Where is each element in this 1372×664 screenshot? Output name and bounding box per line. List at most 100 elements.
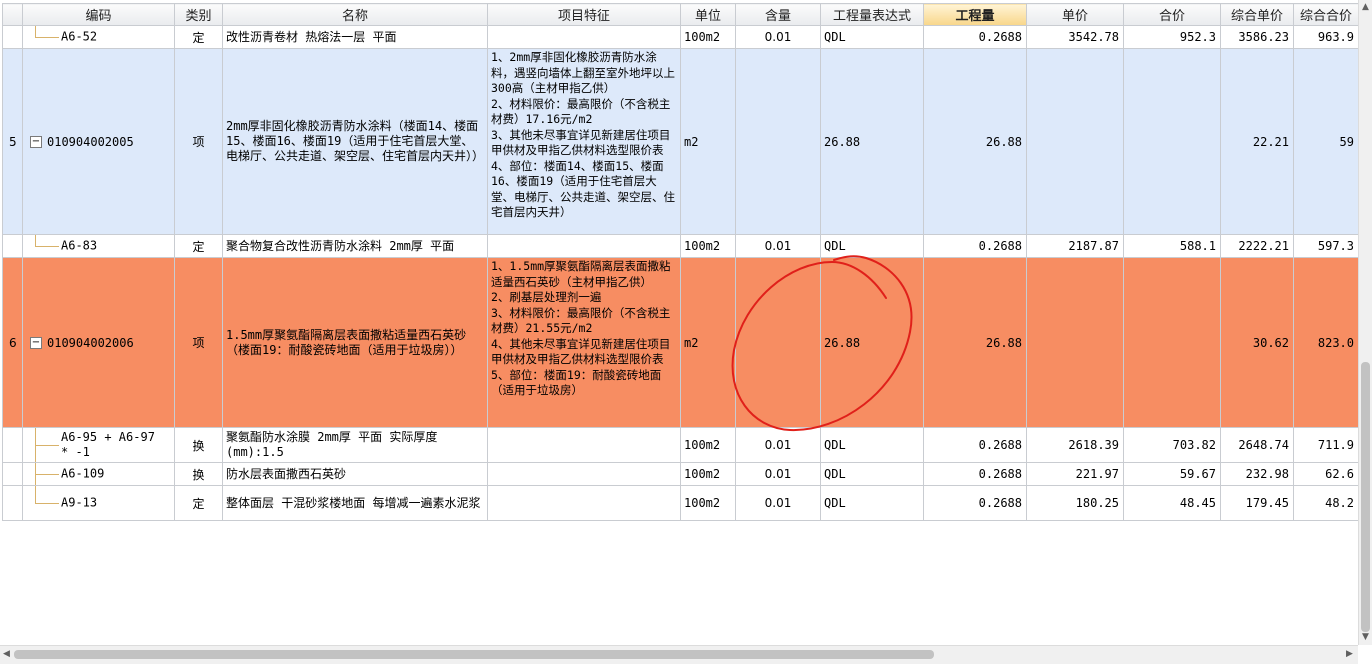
comp-total-cell[interactable]: 963.9: [1293, 25, 1359, 49]
comp-unit-price-cell[interactable]: 179.45: [1220, 485, 1294, 521]
col-header-feature[interactable]: 项目特征: [487, 3, 681, 26]
quantity-cell[interactable]: 0.2688: [923, 234, 1027, 258]
col-header-comp-unit-price[interactable]: 综合单价: [1220, 3, 1294, 26]
comp-total-cell[interactable]: 62.6: [1293, 462, 1359, 486]
comp-total-cell[interactable]: 48.2: [1293, 485, 1359, 521]
expression-cell[interactable]: QDL: [820, 25, 924, 49]
unit-price-cell[interactable]: 2187.87: [1026, 234, 1124, 258]
col-header-content[interactable]: 含量: [735, 3, 821, 26]
unit-cell[interactable]: 100m2: [680, 462, 736, 486]
expression-cell[interactable]: QDL: [820, 462, 924, 486]
comp-total-cell[interactable]: 823.0: [1293, 257, 1359, 428]
comp-total-cell[interactable]: 711.9: [1293, 427, 1359, 463]
content-cell[interactable]: [735, 257, 821, 428]
expression-cell[interactable]: QDL: [820, 485, 924, 521]
name-cell[interactable]: 改性沥青卷材 热熔法一层 平面: [222, 25, 488, 49]
content-cell[interactable]: 0.01: [735, 462, 821, 486]
col-header-unit[interactable]: 单位: [680, 3, 736, 26]
horizontal-scroll-thumb[interactable]: [14, 650, 934, 659]
feature-cell[interactable]: 1、1.5mm厚聚氨酯隔离层表面撒粘适量西石英砂（主材甲指乙供） 2、刷基层处理…: [487, 257, 681, 428]
table-row[interactable]: A6-83 定 聚合物复合改性沥青防水涂料 2mm厚 平面 100m2 0.01…: [2, 234, 1359, 258]
feature-cell[interactable]: [487, 427, 681, 463]
unit-cell[interactable]: m2: [680, 257, 736, 428]
total-price-cell[interactable]: 59.67: [1123, 462, 1221, 486]
horizontal-scrollbar[interactable]: ◀ ▶: [0, 645, 1358, 664]
comp-total-cell[interactable]: 59: [1293, 48, 1359, 235]
feature-cell[interactable]: [487, 485, 681, 521]
col-header-comp-total[interactable]: 综合合价: [1293, 3, 1359, 26]
col-header-code[interactable]: 编码: [22, 3, 175, 26]
col-header-expression[interactable]: 工程量表达式: [820, 3, 924, 26]
quantity-cell[interactable]: 0.2688: [923, 485, 1027, 521]
expression-cell[interactable]: QDL: [820, 234, 924, 258]
col-header-name[interactable]: 名称: [222, 3, 488, 26]
content-cell[interactable]: 0.01: [735, 25, 821, 49]
unit-price-cell[interactable]: 3542.78: [1026, 25, 1124, 49]
feature-cell[interactable]: [487, 234, 681, 258]
quantity-cell[interactable]: 0.2688: [923, 25, 1027, 49]
unit-cell[interactable]: 100m2: [680, 485, 736, 521]
vertical-scroll-thumb[interactable]: [1361, 362, 1370, 632]
content-cell[interactable]: [735, 48, 821, 235]
table-row[interactable]: A6-109 换 防水层表面撒西石英砂 100m2 0.01 QDL 0.268…: [2, 462, 1359, 486]
unit-cell[interactable]: 100m2: [680, 427, 736, 463]
code-cell[interactable]: A6-109: [22, 462, 175, 486]
expression-cell[interactable]: 26.88: [820, 257, 924, 428]
type-cell[interactable]: 项: [174, 48, 223, 235]
comp-unit-price-cell[interactable]: 22.21: [1220, 48, 1294, 235]
scroll-down-icon[interactable]: ▼: [1362, 632, 1369, 642]
unit-price-cell[interactable]: [1026, 48, 1124, 235]
unit-price-cell[interactable]: [1026, 257, 1124, 428]
quantity-cell[interactable]: 26.88: [923, 257, 1027, 428]
table-row[interactable]: A6-95 + A6-97 * -1 换 聚氨酯防水涂膜 2mm厚 平面 实际厚…: [2, 427, 1359, 463]
total-price-cell[interactable]: 588.1: [1123, 234, 1221, 258]
code-cell[interactable]: A6-52: [22, 25, 175, 49]
vertical-scrollbar[interactable]: ▲ ▼: [1358, 0, 1372, 645]
name-cell[interactable]: 聚氨酯防水涂膜 2mm厚 平面 实际厚度(mm):1.5: [222, 427, 488, 463]
unit-cell[interactable]: 100m2: [680, 25, 736, 49]
code-cell[interactable]: A6-95 + A6-97 * -1: [22, 427, 175, 463]
unit-price-cell[interactable]: 221.97: [1026, 462, 1124, 486]
code-cell[interactable]: − 010904002006: [22, 257, 175, 428]
total-price-cell[interactable]: 952.3: [1123, 25, 1221, 49]
unit-price-cell[interactable]: 2618.39: [1026, 427, 1124, 463]
name-cell[interactable]: 2mm厚非固化橡胶沥青防水涂料（楼面14、楼面15、楼面16、楼面19（适用于住…: [222, 48, 488, 235]
type-cell[interactable]: 定: [174, 485, 223, 521]
expression-cell[interactable]: 26.88: [820, 48, 924, 235]
content-cell[interactable]: 0.01: [735, 234, 821, 258]
feature-cell[interactable]: [487, 25, 681, 49]
table-row[interactable]: A9-13 定 整体面层 干混砂浆楼地面 每增减一遍素水泥浆 100m2 0.0…: [2, 485, 1359, 521]
type-cell[interactable]: 项: [174, 257, 223, 428]
collapse-icon[interactable]: −: [30, 336, 42, 349]
type-cell[interactable]: 换: [174, 462, 223, 486]
quantity-cell[interactable]: 0.2688: [923, 462, 1027, 486]
total-price-cell[interactable]: [1123, 48, 1221, 235]
feature-cell[interactable]: [487, 462, 681, 486]
code-cell[interactable]: A9-13: [22, 485, 175, 521]
type-cell[interactable]: 换: [174, 427, 223, 463]
collapse-icon[interactable]: −: [30, 135, 42, 148]
name-cell[interactable]: 防水层表面撒西石英砂: [222, 462, 488, 486]
content-cell[interactable]: 0.01: [735, 485, 821, 521]
quantity-cell[interactable]: 26.88: [923, 48, 1027, 235]
content-cell[interactable]: 0.01: [735, 427, 821, 463]
col-header-quantity[interactable]: 工程量: [923, 3, 1027, 26]
col-header-unit-price[interactable]: 单价: [1026, 3, 1124, 26]
table-row[interactable]: A6-52 定 改性沥青卷材 热熔法一层 平面 100m2 0.01 QDL 0…: [2, 25, 1359, 49]
name-cell[interactable]: 聚合物复合改性沥青防水涂料 2mm厚 平面: [222, 234, 488, 258]
scroll-up-icon[interactable]: ▲: [1362, 2, 1369, 12]
total-price-cell[interactable]: [1123, 257, 1221, 428]
comp-unit-price-cell[interactable]: 30.62: [1220, 257, 1294, 428]
scroll-right-icon[interactable]: ▶: [1346, 649, 1353, 659]
expression-cell[interactable]: QDL: [820, 427, 924, 463]
table-row-selected[interactable]: 6 − 010904002006 项 1.5mm厚聚氨酯隔离层表面撒粘适量西石英…: [2, 257, 1359, 428]
quantity-cell[interactable]: 0.2688: [923, 427, 1027, 463]
scroll-left-icon[interactable]: ◀: [3, 649, 10, 659]
comp-unit-price-cell[interactable]: 3586.23: [1220, 25, 1294, 49]
comp-total-cell[interactable]: 597.3: [1293, 234, 1359, 258]
code-cell[interactable]: A6-83: [22, 234, 175, 258]
feature-cell[interactable]: 1、2mm厚非固化橡胶沥青防水涂料，遇竖向墙体上翻至室外地坪以上300高（主材甲…: [487, 48, 681, 235]
total-price-cell[interactable]: 48.45: [1123, 485, 1221, 521]
total-price-cell[interactable]: 703.82: [1123, 427, 1221, 463]
type-cell[interactable]: 定: [174, 25, 223, 49]
